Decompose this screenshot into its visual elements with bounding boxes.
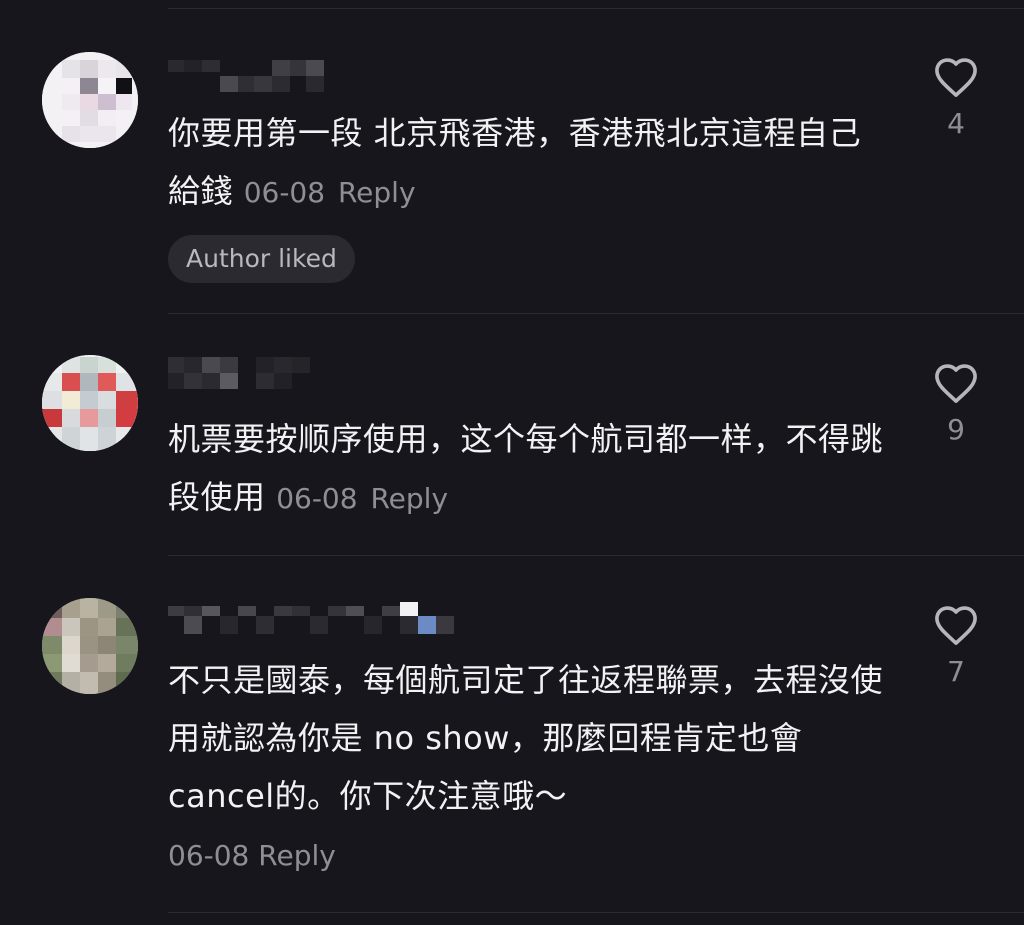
like-count: 4 <box>947 107 965 140</box>
reply-button[interactable]: Reply <box>370 482 448 515</box>
comment-body: 不只是國泰，每個航司定了往返程聯票，去程沒使用就認為你是 no show，那麼回… <box>168 661 884 815</box>
like-count: 9 <box>947 413 965 446</box>
avatar[interactable] <box>42 355 138 451</box>
comment-text: 不只是國泰，每個航司定了往返程聯票，去程沒使用就認為你是 no show，那麼回… <box>168 651 883 825</box>
avatar[interactable] <box>42 598 138 694</box>
username-redacted[interactable] <box>168 355 328 391</box>
username-redacted[interactable] <box>168 600 468 636</box>
reply-button[interactable]: Reply <box>338 176 416 209</box>
avatar-pixelated-image <box>42 598 138 694</box>
like-count: 7 <box>947 655 965 688</box>
comment-date: 06-08 <box>168 839 250 872</box>
comment-meta: 06-08 Reply <box>168 836 336 876</box>
avatar-pixelated-image <box>42 52 138 148</box>
like-button[interactable]: 7 <box>920 604 992 690</box>
heart-outline-icon <box>935 606 977 645</box>
comment-text: 你要用第一段 北京飛香港，香港飛北京這程自己給錢 06-08 Reply <box>168 104 888 222</box>
username-pixelated <box>168 357 310 389</box>
top-divider <box>168 8 1024 9</box>
comment-date: 06-08 <box>276 482 358 515</box>
heart-outline-icon <box>935 364 977 403</box>
like-button[interactable]: 4 <box>920 56 992 142</box>
comment-text: 机票要按顺序使用，这个每个航司都一样，不得跳段使用 06-08 Reply <box>168 410 888 528</box>
comment-divider <box>168 912 1024 913</box>
like-button[interactable]: 9 <box>920 362 992 448</box>
username-pixelated <box>168 60 324 92</box>
author-liked-badge: Author liked <box>168 235 355 283</box>
comment-divider <box>168 313 1024 314</box>
comment-date: 06-08 <box>243 176 326 209</box>
username-pixelated <box>168 602 454 634</box>
reply-button[interactable]: Reply <box>258 839 336 872</box>
comment-meta: 06-08 Reply <box>244 176 416 209</box>
avatar[interactable] <box>42 52 138 148</box>
avatar-pixelated-image <box>42 355 138 451</box>
username-redacted[interactable] <box>168 56 328 92</box>
comment-divider <box>168 555 1024 556</box>
comment-meta: 06-08 Reply <box>276 482 448 515</box>
heart-outline-icon <box>935 58 977 97</box>
